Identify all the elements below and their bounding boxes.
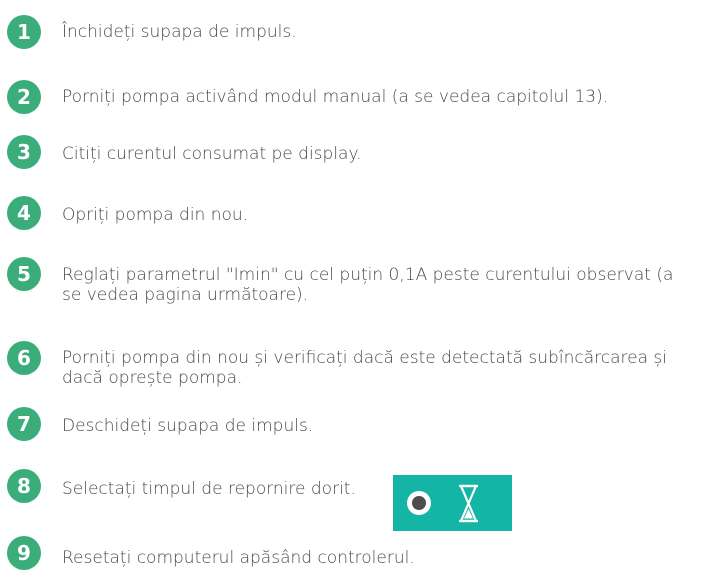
step-text: Citiți curentul consumat pe display. [62, 144, 362, 164]
step-text: Porniți pompa din nou și verificați dacă… [62, 348, 667, 388]
step-text: Porniți pompa activând modul manual (a s… [62, 87, 609, 107]
step-number-badge: 9 [7, 536, 41, 570]
step-text: Reglați parametrul "Imin" cu cel puțin 0… [62, 265, 674, 305]
step-text: Selectați timpul de repornire dorit. [62, 479, 356, 499]
step-text: Opriți pompa din nou. [62, 205, 249, 225]
step-number-badge: 4 [7, 196, 41, 230]
step-number-badge: 1 [7, 15, 41, 49]
step-number-badge: 5 [7, 257, 41, 291]
step-number-badge: 3 [7, 135, 41, 169]
step-text: Resetați computerul apăsând controlerul. [62, 548, 415, 568]
restart-timer-panel [393, 475, 512, 531]
step-text: Deschideți supapa de impuls. [62, 416, 314, 436]
step-text: Închideți supapa de impuls. [62, 22, 297, 42]
step-number-badge: 7 [7, 407, 41, 441]
record-circle-icon [407, 491, 431, 515]
step-number-badge: 8 [7, 469, 41, 503]
step-number-badge: 2 [7, 80, 41, 114]
step-number-badge: 6 [7, 341, 41, 375]
